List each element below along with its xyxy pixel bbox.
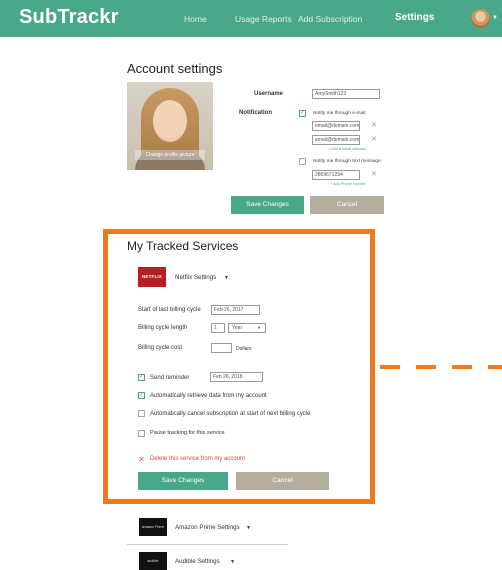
account-save-button[interactable]: Save Changes (231, 196, 304, 214)
photo-face (153, 100, 187, 142)
connector-dash (488, 365, 502, 369)
chevron-down-icon[interactable]: ▼ (492, 15, 498, 21)
cycle-length-label: Billing cycle length (138, 325, 188, 331)
chevron-down-icon[interactable]: ▼ (230, 559, 235, 565)
close-icon[interactable]: ✕ (371, 135, 377, 143)
auto-cancel-checkbox[interactable] (138, 410, 145, 417)
cycle-length-input[interactable]: 1 (211, 323, 225, 333)
cost-unit-label: Dollars (236, 346, 252, 352)
profile-photo[interactable]: Change profile picture (127, 82, 213, 170)
notify-email-label: Notify me through e-mail: (313, 111, 367, 116)
notification-label: Notification (239, 110, 272, 116)
cycle-cost-label: Billing cycle cost (138, 345, 183, 351)
service-save-button[interactable]: Save Changes (138, 472, 228, 490)
top-nav-bar: SubTrackr Home Usage Reports Add Subscri… (0, 0, 502, 37)
pause-tracking-label: Pause tracking for this service (150, 430, 225, 436)
service-cancel-button[interactable]: Cancel (236, 472, 329, 490)
netflix-logo: NETFLIX (138, 267, 166, 287)
account-settings-title: Account settings (127, 61, 223, 76)
start-billing-input[interactable]: Feb 26, 2017 (211, 305, 260, 315)
username-label: Username (254, 91, 284, 97)
chevron-down-icon: ▼ (257, 325, 261, 330)
pause-tracking-checkbox[interactable] (138, 430, 145, 437)
auto-retrieve-label: Automatically retrieve data from my acco… (150, 393, 267, 399)
tracked-services-title: My Tracked Services (127, 239, 239, 253)
notify-text-label: Notify me through text message: (313, 159, 383, 164)
auto-cancel-label: Automatically cancel subscription at sta… (150, 411, 311, 417)
connector-dash (452, 365, 472, 369)
chevron-down-icon[interactable]: ▼ (246, 525, 251, 531)
add-phone-link[interactable]: + Add Phone number (330, 182, 366, 186)
add-email-link[interactable]: + Add a email address (328, 147, 366, 151)
service-divider (127, 544, 288, 545)
amazon-prime-logo: amazon Prime (139, 518, 167, 536)
notify-text-checkbox[interactable] (299, 158, 306, 165)
close-icon[interactable]: ✕ (371, 170, 377, 178)
nav-usage-reports[interactable]: Usage Reports (235, 14, 292, 24)
notify-email-checkbox[interactable]: ✓ (299, 110, 306, 117)
audible-logo: audible (139, 552, 167, 570)
reminder-date-input[interactable]: Feb 26, 2018 (210, 372, 263, 382)
email-field-1[interactable]: email@domain.com (312, 121, 360, 131)
connector-dash (380, 365, 400, 369)
start-billing-label: Start of last billing cycle (138, 307, 201, 313)
nav-home[interactable]: Home (184, 14, 207, 24)
audible-settings-toggle[interactable]: Audible Settings (175, 558, 220, 565)
connector-dash (416, 365, 436, 369)
phone-field[interactable]: 2869671234 (312, 170, 360, 180)
cycle-cost-input[interactable] (211, 343, 232, 353)
nav-settings[interactable]: Settings (395, 12, 434, 23)
delete-service-link[interactable]: Delete this service from my account (150, 456, 245, 462)
email-field-2[interactable]: email@domain.com (312, 135, 360, 145)
brand-logo[interactable]: SubTrackr (19, 6, 119, 29)
amazon-prime-settings-toggle[interactable]: Amazon Prime Settings (175, 524, 240, 531)
send-reminder-checkbox[interactable]: ✓ (138, 374, 145, 381)
netflix-settings-toggle[interactable]: Netflix Settings (175, 274, 216, 281)
change-photo-overlay[interactable]: Change profile picture (135, 150, 205, 160)
account-cancel-button[interactable]: Cancel (310, 196, 384, 214)
nav-add-subscription[interactable]: Add Subscription (298, 14, 362, 24)
delete-icon[interactable]: ✕ (138, 455, 145, 464)
username-input[interactable]: AmySmith123 (312, 89, 380, 99)
auto-retrieve-checkbox[interactable]: ✓ (138, 392, 145, 399)
send-reminder-label: Send reminder (150, 375, 190, 381)
cycle-unit-value: Year (232, 325, 243, 331)
cycle-unit-select[interactable]: Year ▼ (228, 323, 266, 333)
close-icon[interactable]: ✕ (371, 121, 377, 129)
chevron-down-icon[interactable]: ▼ (224, 275, 229, 281)
user-avatar[interactable] (471, 9, 490, 28)
